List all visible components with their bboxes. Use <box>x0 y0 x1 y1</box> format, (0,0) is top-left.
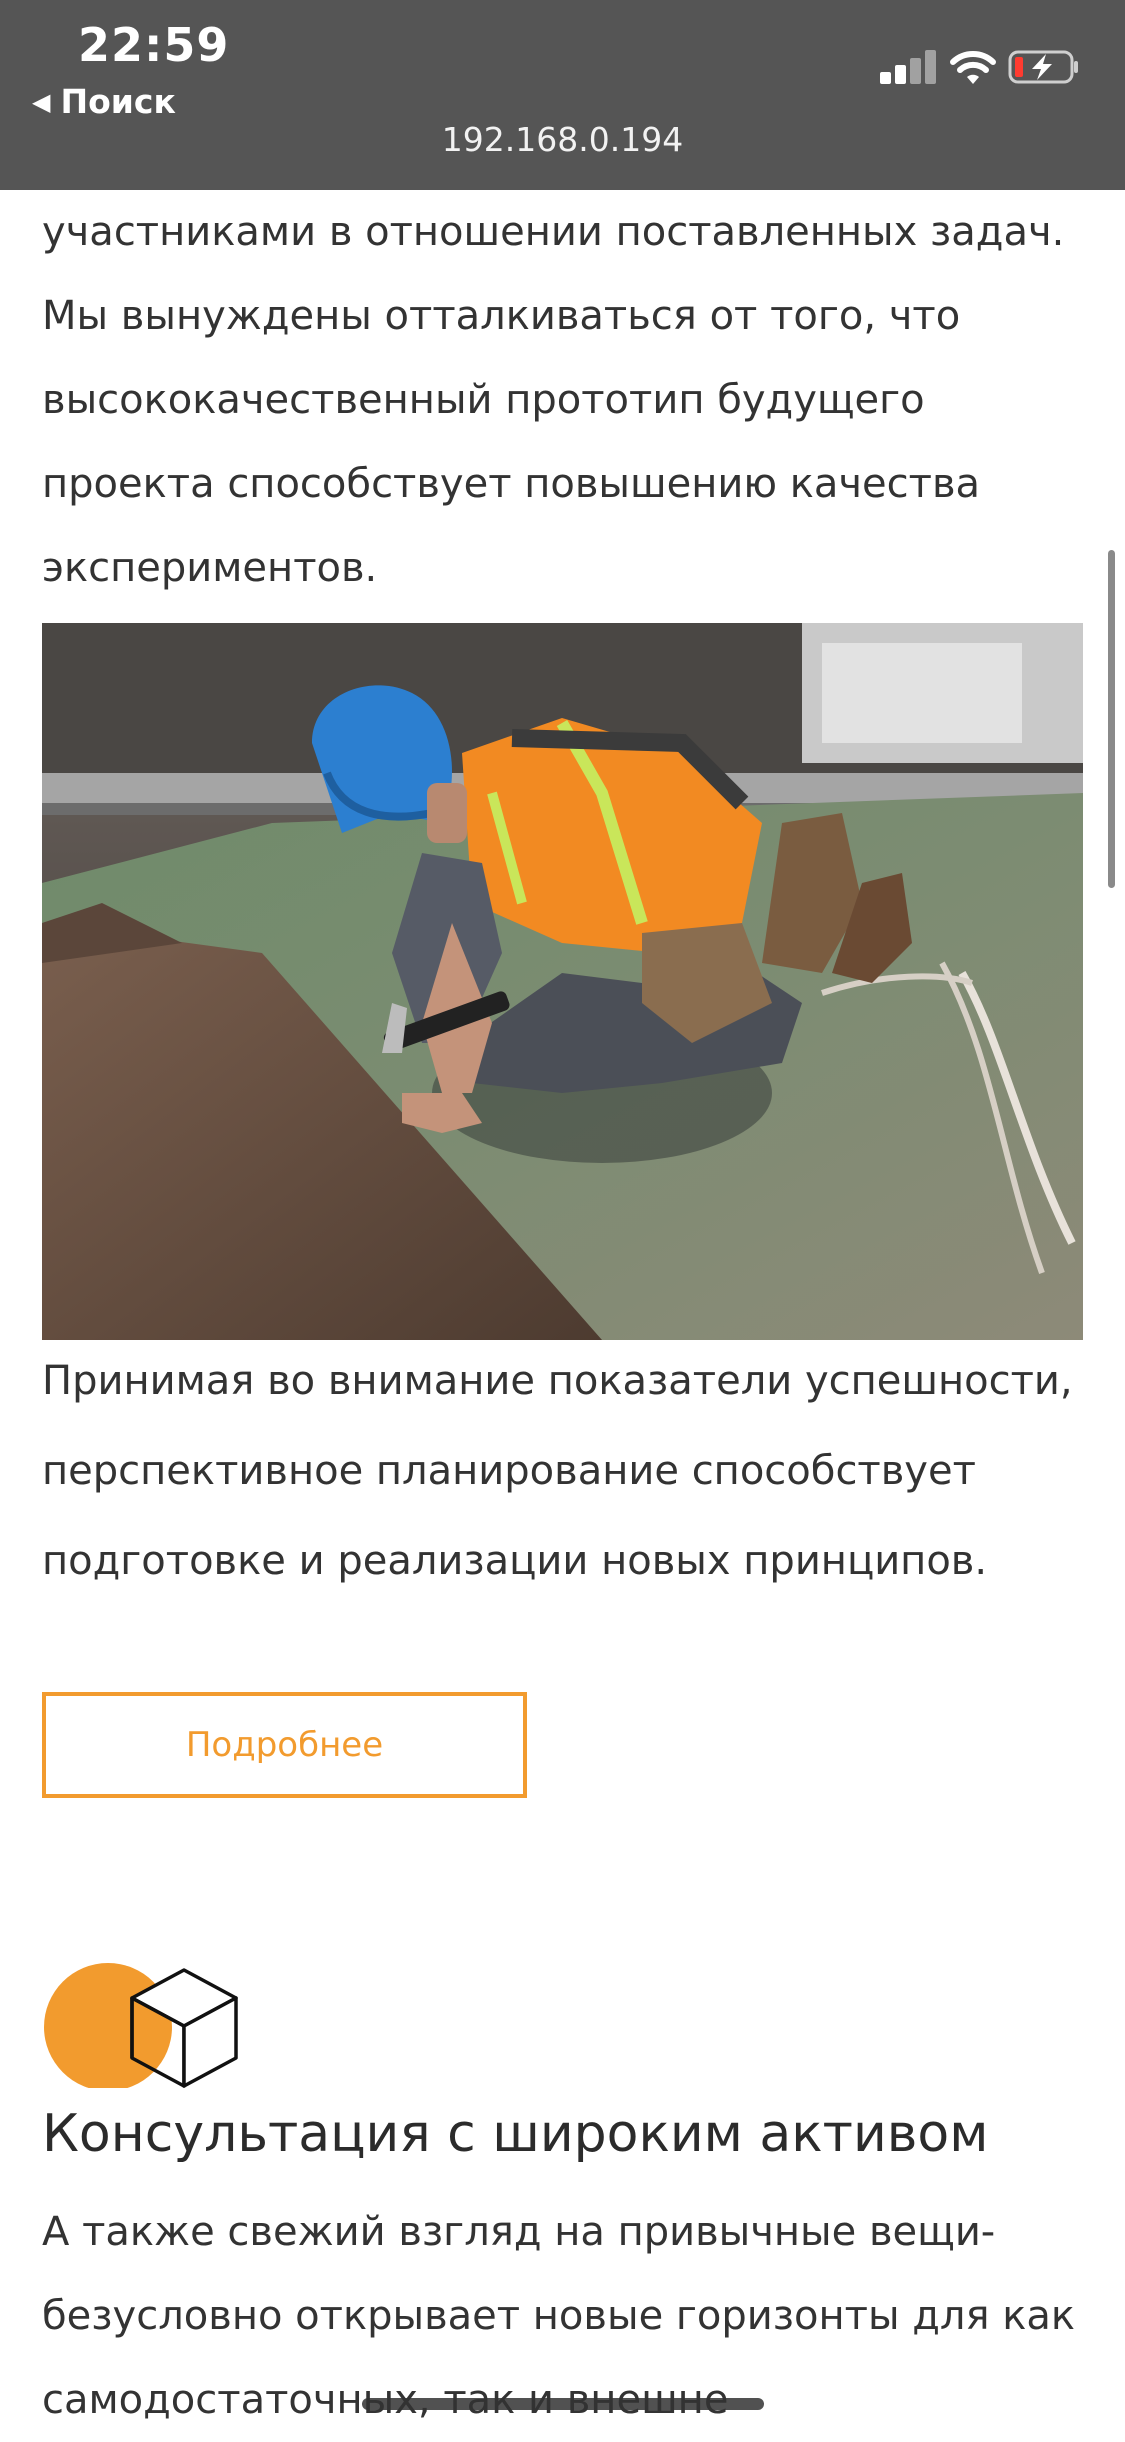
feature-title: Консультация с широким активом <box>42 2104 989 2164</box>
more-button[interactable]: Подробнее <box>42 1692 527 1798</box>
scrollbar[interactable] <box>1108 550 1115 888</box>
construction-worker-photo <box>42 623 1083 1340</box>
body-paragraph: Принимая во внимание показатели успешнос… <box>42 1358 1073 1584</box>
back-to-search-button[interactable]: ◀ Поиск <box>32 82 176 121</box>
wifi-icon <box>950 51 996 84</box>
clock: 22:59 <box>78 18 230 72</box>
intro-paragraph: участниками в отношении поставленных зад… <box>42 209 1065 591</box>
article-intro: участниками в отношении поставленных зад… <box>42 190 1082 610</box>
back-arrow-icon: ◀ <box>32 87 51 116</box>
cellular-signal-icon <box>880 50 936 84</box>
status-bar: 22:59 ◀ Поиск 192.168.0.194 <box>0 0 1125 190</box>
home-indicator[interactable] <box>362 2398 764 2410</box>
battery-charging-icon <box>1008 50 1078 84</box>
back-label: Поиск <box>60 82 176 121</box>
address-bar[interactable]: 192.168.0.194 <box>0 120 1125 159</box>
cube-icon <box>44 1963 238 2088</box>
